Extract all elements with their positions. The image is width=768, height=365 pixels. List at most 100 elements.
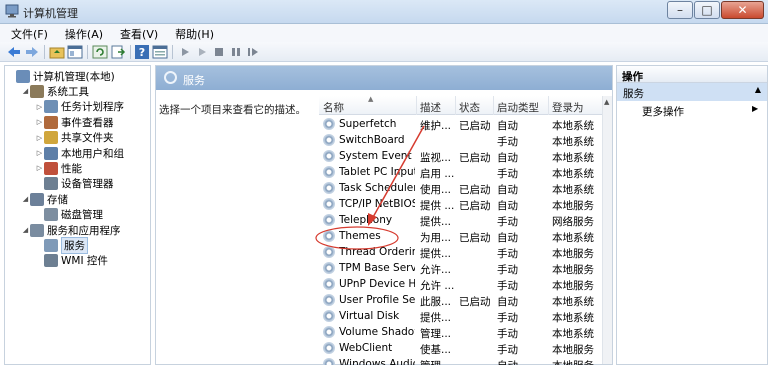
computer-management-icon	[5, 4, 19, 18]
table-row[interactable]: Tablet PC Input ... 启用 ... 手动 本地系统	[319, 164, 612, 180]
table-row[interactable]: Thread Orderin... 提供... 手动 本地服务	[319, 244, 612, 260]
help-icon[interactable]: ?	[134, 44, 150, 60]
tree-item[interactable]: ◢ 存储	[21, 191, 68, 207]
column-header-description[interactable]: 描述	[420, 100, 441, 115]
tree-item-label: 设备管理器	[61, 178, 114, 191]
service-gear-icon	[323, 294, 335, 306]
menu-help[interactable]: 帮助(H)	[164, 24, 220, 42]
event-viewer-icon	[44, 115, 58, 129]
back-arrow-icon[interactable]	[6, 44, 22, 60]
menu-file[interactable]: 文件(F)	[0, 24, 54, 42]
tree-expand-icon[interactable]: ◢	[21, 195, 30, 203]
tree-expand-icon[interactable]: ◢	[21, 87, 30, 95]
cell-startup: 手动	[497, 328, 518, 340]
clock-icon	[44, 100, 58, 114]
column-header-logon-as[interactable]: 登录为	[552, 100, 584, 115]
minimize-button[interactable]: –	[667, 1, 693, 19]
play-outline-icon[interactable]	[194, 44, 210, 60]
column-divider[interactable]	[548, 96, 549, 115]
table-row[interactable]: TPM Base Servic... 允许... 手动 本地服务	[319, 260, 612, 276]
tree-item[interactable]: 服务	[35, 236, 88, 254]
cell-desc: 监视...	[420, 152, 452, 164]
table-row[interactable]: SwitchBoard 手动 本地系统	[319, 132, 612, 148]
table-row[interactable]: Superfetch 维护... 已启动 自动 本地系统	[319, 116, 612, 132]
maximize-button[interactable]: □	[694, 1, 720, 19]
table-row[interactable]: TCP/IP NetBIOS ... 提供 ... 已启动自动 本地服务	[319, 196, 612, 212]
tree-item[interactable]: ▷ 共享文件夹	[35, 130, 114, 146]
play-icon[interactable]	[177, 44, 193, 60]
menu-view[interactable]: 查看(V)	[109, 24, 164, 42]
stop-icon[interactable]	[211, 44, 227, 60]
users-icon	[44, 146, 58, 160]
cell-name: Windows Audio	[339, 358, 415, 365]
table-row[interactable]: Volume Shadow... 管理... 手动 本地系统	[319, 324, 612, 340]
close-button[interactable]: ✕	[721, 1, 764, 19]
tree-item[interactable]: ▷ 性能	[35, 160, 82, 176]
table-row[interactable]: System Event N... 监视... 已启动自动 本地系统	[319, 148, 612, 164]
submenu-arrow-icon: ▶	[752, 104, 759, 113]
tree-item[interactable]: 磁盘管理	[35, 207, 103, 223]
menu-action[interactable]: 操作(A)	[54, 24, 109, 42]
up-folder-icon[interactable]	[49, 44, 65, 60]
cell-startup: 手动	[497, 216, 518, 228]
tree-expand-icon[interactable]: ▷	[35, 164, 44, 172]
restart-icon[interactable]	[245, 44, 261, 60]
column-header-status[interactable]: 状态	[459, 100, 480, 115]
vertical-scrollbar[interactable]: ▲	[602, 96, 612, 364]
column-header-startup-type[interactable]: 启动类型	[497, 100, 539, 115]
table-row[interactable]: Telephony 提供... 手动 网络服务	[319, 212, 612, 228]
tree-item[interactable]: 设备管理器	[35, 176, 114, 192]
tree-item-label: 共享文件夹	[61, 132, 114, 145]
column-header-name[interactable]: 名称	[323, 100, 344, 115]
cell-logon: 本地服务	[552, 264, 594, 276]
cell-status: 已启动	[459, 296, 491, 308]
actions-section-services[interactable]: 服务 ▲	[617, 83, 767, 101]
tree-item[interactable]: ▷ 任务计划程序	[35, 99, 124, 115]
tree-item[interactable]: 计算机管理(本地)	[7, 68, 115, 84]
tree-item[interactable]: ◢ 服务和应用程序	[21, 222, 121, 238]
tree-item[interactable]: ◢ 系统工具	[21, 83, 89, 99]
cell-startup: 手动	[497, 312, 518, 324]
cell-status: 已启动	[459, 120, 491, 132]
svg-text:?: ?	[139, 46, 145, 59]
tree-item[interactable]: WMI 控件	[35, 253, 108, 269]
cell-name: Superfetch	[339, 118, 397, 130]
tree-item[interactable]: ▷ 事件查看器	[35, 114, 114, 130]
table-row[interactable]: Windows Audio 管理... 自动本地服务	[319, 356, 612, 365]
disk-icon	[44, 208, 58, 222]
refresh-icon[interactable]	[92, 44, 108, 60]
forward-arrow-icon[interactable]	[24, 44, 40, 60]
table-row[interactable]: Task Scheduler 使用... 已启动 自动 本地系统	[319, 180, 612, 196]
tree-item[interactable]: ▷ 本地用户和组	[35, 145, 124, 161]
more-actions-link[interactable]: 更多操作	[642, 104, 684, 119]
table-row[interactable]: User Profile Serv... 此服... 已启动自动 本地系统	[319, 292, 612, 308]
column-divider[interactable]	[455, 96, 456, 115]
show-hide-tree-icon[interactable]	[67, 44, 83, 60]
tree-expand-icon[interactable]: ▷	[35, 118, 44, 126]
tree-item-label: 磁盘管理	[61, 209, 103, 222]
export-icon[interactable]	[110, 44, 126, 60]
table-row[interactable]: WebClient 使基... 手动 本地服务	[319, 340, 612, 356]
cell-name: SwitchBoard	[339, 134, 405, 146]
tree-expand-icon[interactable]: ▷	[35, 134, 44, 142]
cell-desc: 管理...	[420, 358, 454, 365]
tree-expand-icon[interactable]: ◢	[21, 226, 30, 234]
toolbar-separator	[172, 45, 173, 59]
table-row[interactable]: Themes 为用... 已启动 自动 本地系统	[319, 228, 612, 244]
properties-icon[interactable]	[152, 44, 168, 60]
column-divider[interactable]	[493, 96, 494, 115]
table-row[interactable]: UPnP Device Host 允许 ... 手动 本地服务	[319, 276, 612, 292]
cell-status: 已启动	[459, 152, 491, 164]
tree-expand-icon[interactable]: ▷	[35, 149, 44, 157]
tree-item-label: 服务和应用程序	[47, 224, 121, 237]
tree-item-label: 系统工具	[47, 85, 89, 98]
services-header: 服务	[156, 66, 612, 90]
table-row[interactable]: Virtual Disk 提供... 手动 本地系统	[319, 308, 612, 324]
scroll-up-icon[interactable]: ▲	[604, 98, 609, 106]
tree-item-label: 性能	[61, 162, 82, 175]
pause-icon[interactable]	[228, 44, 244, 60]
service-gear-icon	[323, 342, 335, 354]
collapse-icon[interactable]: ▲	[755, 85, 761, 94]
tree-expand-icon[interactable]: ▷	[35, 103, 44, 111]
column-divider[interactable]	[416, 96, 417, 115]
